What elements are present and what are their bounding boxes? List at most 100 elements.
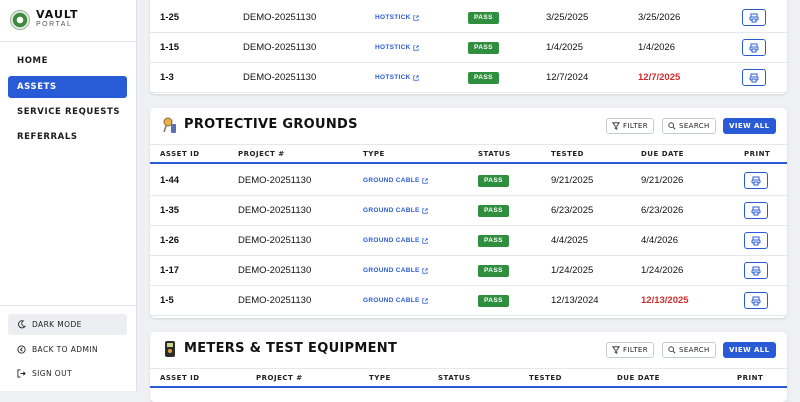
- print-button[interactable]: [744, 232, 768, 249]
- asset-id: 1-15: [160, 42, 180, 53]
- col-print: PRINT: [737, 374, 764, 382]
- brand-subtitle: PORTAL: [36, 21, 73, 28]
- asset-id: 1-3: [160, 72, 174, 83]
- brand[interactable]: VAULT PORTAL: [10, 9, 79, 30]
- asset-type-label: GROUND CABLE: [363, 237, 420, 244]
- printer-icon: [751, 236, 761, 246]
- nav-item-assets[interactable]: ASSETS: [8, 76, 127, 98]
- table-row[interactable]: 1-15 DEMO-20251130 HOTSTICK PASS 1/4/2025 1/4…: [150, 33, 787, 63]
- external-link-icon: [413, 75, 419, 81]
- asset-id: 1-44: [160, 175, 180, 186]
- printer-icon: [749, 13, 759, 23]
- asset-type-label: GROUND CABLE: [363, 177, 420, 184]
- table-row[interactable]: 1-44 DEMO-20251130 GROUND CABLE PASS 9/21/20…: [150, 166, 787, 196]
- external-link-icon: [413, 15, 419, 21]
- filter-button[interactable]: FILTER: [606, 342, 654, 358]
- asset-id: 1-17: [160, 265, 180, 276]
- tested-date: 4/4/2025: [551, 235, 588, 246]
- print-cell: [744, 256, 768, 279]
- moon-icon: [18, 320, 26, 329]
- nav-item-service-requests[interactable]: SERVICE REQUESTS: [8, 101, 127, 123]
- status-badge: PASS: [478, 175, 509, 187]
- card-header: PROTECTIVE GROUNDS FILTER SEARCH VIEW AL…: [150, 108, 787, 144]
- card-header: METERS & TEST EQUIPMENT FILTER SEARCH VI…: [150, 332, 787, 368]
- dark-mode-toggle[interactable]: DARK MODE: [8, 314, 127, 335]
- search-icon: [668, 122, 676, 130]
- table-row[interactable]: 1-5 DEMO-20251130 GROUND CABLE PASS 12/13/20…: [150, 286, 787, 316]
- tested-date: 12/7/2024: [546, 72, 589, 83]
- print-button[interactable]: [744, 202, 768, 219]
- sidebar: VAULT PORTAL HOME ASSETS SERVICE REQUEST…: [0, 0, 137, 391]
- asset-type-link[interactable]: GROUND CABLE: [363, 196, 428, 226]
- tested-date: 6/23/2025: [551, 205, 594, 216]
- table-row[interactable]: 1-3 DEMO-20251130 HOTSTICK PASS 12/7/2024 12/…: [150, 63, 787, 93]
- sign-out-link[interactable]: SIGN OUT: [8, 363, 127, 384]
- brand-title: VAULT: [36, 8, 79, 21]
- asset-type-link[interactable]: HOTSTICK: [375, 63, 419, 93]
- divider: [0, 41, 137, 42]
- due-date: 9/21/2026: [641, 175, 684, 186]
- asset-id: 1-35: [160, 205, 180, 216]
- due-date: 1/24/2026: [641, 265, 684, 276]
- status-cell: PASS: [468, 3, 499, 24]
- asset-type-link[interactable]: HOTSTICK: [375, 33, 419, 63]
- tested-date: 9/21/2025: [551, 175, 594, 186]
- external-link-icon: [422, 208, 428, 214]
- project-number: DEMO-20251130: [243, 72, 317, 83]
- due-date: 3/25/2026: [638, 12, 681, 23]
- col-due-date: DUE DATE: [641, 150, 684, 158]
- meter-icon: [165, 341, 175, 357]
- printer-icon: [751, 206, 761, 216]
- col-type: TYPE: [369, 374, 391, 382]
- due-date: 4/4/2026: [641, 235, 678, 246]
- status-badge: PASS: [468, 42, 499, 54]
- print-button[interactable]: [742, 9, 766, 26]
- search-button[interactable]: SEARCH: [662, 342, 716, 358]
- project-number: DEMO-20251130: [238, 265, 312, 276]
- asset-type-link[interactable]: HOTSTICK: [375, 3, 419, 33]
- asset-id: 1-26: [160, 235, 180, 246]
- status-cell: PASS: [468, 33, 499, 54]
- asset-type-label: HOTSTICK: [375, 44, 411, 51]
- col-tested: TESTED: [529, 374, 562, 382]
- view-all-button[interactable]: VIEW ALL: [723, 342, 776, 358]
- due-date: 12/7/2025: [638, 72, 681, 83]
- print-button[interactable]: [744, 262, 768, 279]
- print-button[interactable]: [744, 292, 768, 309]
- print-cell: [744, 226, 768, 249]
- view-all-button[interactable]: VIEW ALL: [723, 118, 776, 134]
- project-number: DEMO-20251130: [238, 175, 312, 186]
- asset-type-link[interactable]: GROUND CABLE: [363, 166, 428, 196]
- table-row[interactable]: 1-25 DEMO-20251130 HOTSTICK PASS 3/25/2025 3/…: [150, 3, 787, 33]
- external-link-icon: [422, 178, 428, 184]
- status-badge: PASS: [478, 265, 509, 277]
- asset-type-link[interactable]: GROUND CABLE: [363, 256, 428, 286]
- print-button[interactable]: [742, 69, 766, 86]
- printer-icon: [751, 266, 761, 276]
- project-number: DEMO-20251130: [238, 295, 312, 306]
- table-row[interactable]: 1-35 DEMO-20251130 GROUND CABLE PASS 6/23/20…: [150, 196, 787, 226]
- back-to-admin-link[interactable]: BACK TO ADMIN: [8, 339, 127, 360]
- asset-type-label: GROUND CABLE: [363, 267, 420, 274]
- printer-icon: [751, 176, 761, 186]
- ground-clamp-icon: [163, 117, 176, 133]
- print-button[interactable]: [744, 172, 768, 189]
- search-button[interactable]: SEARCH: [662, 118, 716, 134]
- print-button[interactable]: [742, 39, 766, 56]
- print-cell: [742, 3, 766, 26]
- table-header: ASSET ID PROJECT # TYPE STATUS TESTED DU…: [150, 368, 787, 388]
- filter-icon: [612, 346, 620, 354]
- asset-type-label: HOTSTICK: [375, 74, 411, 81]
- filter-button[interactable]: FILTER: [606, 118, 654, 134]
- asset-type-link[interactable]: GROUND CABLE: [363, 286, 428, 316]
- card-title: METERS & TEST EQUIPMENT: [184, 341, 398, 356]
- nav-item-home[interactable]: HOME: [8, 50, 127, 72]
- due-date: 12/13/2025: [641, 295, 689, 306]
- printer-icon: [749, 73, 759, 83]
- status-cell: PASS: [478, 226, 509, 247]
- table-row[interactable]: 1-26 DEMO-20251130 GROUND CABLE PASS 4/4/202…: [150, 226, 787, 256]
- table-row[interactable]: 1-17 DEMO-20251130 GROUND CABLE PASS 1/24/20…: [150, 256, 787, 286]
- asset-type-link[interactable]: GROUND CABLE: [363, 226, 428, 256]
- nav-item-referrals[interactable]: REFERRALS: [8, 126, 127, 148]
- filter-label: FILTER: [623, 122, 648, 130]
